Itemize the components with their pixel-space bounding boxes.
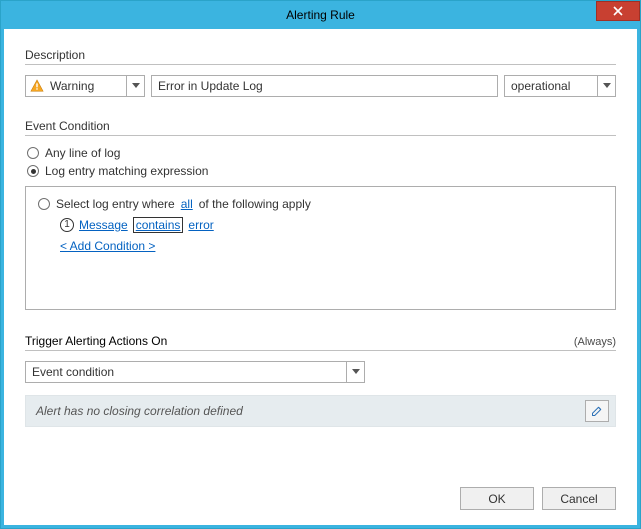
log-type-value: operational	[505, 79, 597, 93]
correlation-box: Alert has no closing correlation defined	[25, 395, 616, 427]
correlation-message: Alert has no closing correlation defined	[36, 404, 585, 418]
description-header: Description	[25, 48, 616, 65]
rule-name-value: Error in Update Log	[158, 79, 263, 93]
ok-label: OK	[488, 492, 505, 506]
edit-correlation-button[interactable]	[585, 400, 609, 422]
expression-group-radio[interactable]	[38, 198, 50, 210]
close-icon	[613, 6, 623, 16]
condition-row: 1 Message contains error	[60, 217, 603, 233]
condition-number: 1	[60, 218, 74, 232]
rule-name-input[interactable]: Error in Update Log	[151, 75, 498, 97]
trigger-header: Trigger Alerting Actions On	[25, 334, 167, 348]
titlebar: Alerting Rule	[1, 1, 640, 29]
dialog-footer: OK Cancel	[460, 487, 616, 510]
add-condition[interactable]: < Add Condition >	[60, 239, 603, 253]
quantifier-link[interactable]: all	[181, 197, 193, 211]
ok-button[interactable]: OK	[460, 487, 534, 510]
window-title: Alerting Rule	[286, 8, 355, 22]
event-condition-header: Event Condition	[25, 119, 616, 136]
add-condition-label: < Add Condition >	[60, 239, 155, 253]
radio-icon-selected	[27, 165, 39, 177]
condition-value-link[interactable]: error	[188, 218, 213, 232]
expression-header: Select log entry where all of the follow…	[38, 197, 603, 211]
severity-dropdown[interactable]: Warning	[25, 75, 145, 97]
trigger-row: Event condition	[25, 361, 616, 383]
dropdown-arrow	[597, 76, 615, 96]
radio-matching-expression[interactable]: Log entry matching expression	[27, 164, 616, 178]
expression-suffix: of the following apply	[199, 197, 311, 211]
radio-any-label: Any line of log	[45, 146, 120, 160]
warning-icon	[30, 79, 44, 93]
dropdown-arrow	[346, 362, 364, 382]
condition-field-link[interactable]: Message	[79, 218, 128, 232]
close-button[interactable]	[596, 1, 640, 21]
condition-operator-link[interactable]: contains	[133, 217, 184, 233]
always-label: (Always)	[574, 336, 616, 348]
expression-prefix: Select log entry where	[56, 197, 175, 211]
expression-box: Select log entry where all of the follow…	[25, 186, 616, 310]
radio-expr-label: Log entry matching expression	[45, 164, 208, 178]
severity-value: Warning	[44, 79, 126, 93]
log-type-dropdown[interactable]: operational	[504, 75, 616, 97]
trigger-mode-value: Event condition	[26, 365, 346, 379]
description-row: Warning Error in Update Log operational	[25, 75, 616, 97]
pencil-icon	[591, 405, 603, 417]
cancel-label: Cancel	[560, 492, 597, 506]
radio-icon	[27, 147, 39, 159]
cancel-button[interactable]: Cancel	[542, 487, 616, 510]
chevron-down-icon	[603, 83, 611, 89]
trigger-header-row: Trigger Alerting Actions On (Always)	[25, 334, 616, 351]
trigger-mode-dropdown[interactable]: Event condition	[25, 361, 365, 383]
dropdown-arrow	[126, 76, 144, 96]
dialog-window: Alerting Rule Description Warning Error …	[0, 0, 641, 529]
chevron-down-icon	[352, 369, 360, 375]
chevron-down-icon	[132, 83, 140, 89]
radio-any-line[interactable]: Any line of log	[27, 146, 616, 160]
dialog-content: Description Warning Error in Update Log …	[5, 30, 636, 524]
